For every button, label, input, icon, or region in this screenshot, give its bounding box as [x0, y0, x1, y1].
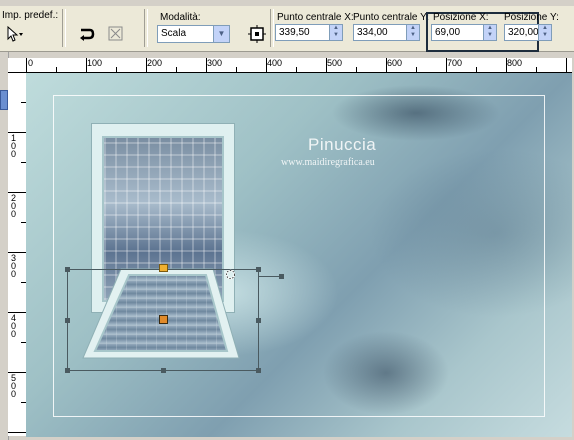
- reset-icon[interactable]: [106, 24, 126, 44]
- resize-handle[interactable]: [256, 318, 261, 323]
- pos-x-label: Posizione X:: [433, 12, 489, 23]
- preset-label: Imp. predef.:: [2, 10, 59, 21]
- resize-handle[interactable]: [256, 267, 261, 272]
- pos-y-label: Posizione Y:: [504, 12, 559, 23]
- spinner-arrows[interactable]: ▲ ▼: [329, 25, 342, 40]
- pos-y-field[interactable]: 320,00 ▲ ▼: [504, 24, 552, 41]
- spinner-arrows[interactable]: ▲ ▼: [406, 25, 419, 40]
- resize-handle[interactable]: [256, 368, 261, 373]
- mode-select[interactable]: Scala ▼: [157, 25, 230, 43]
- image-canvas[interactable]: Pinuccia www.maidiregrafica.eu: [26, 73, 572, 437]
- vertical-ruler: 1 0 0 2 0 0 3 0 0 4 0 0 5 0 0: [8, 72, 27, 436]
- ruler-corner: [8, 58, 27, 73]
- tool-options-bar: Imp. predef.: Modalità: Scala ▼ Punto ce…: [0, 6, 574, 52]
- center-y-field[interactable]: 334,00 ▲ ▼: [353, 24, 420, 41]
- pos-y-value: 320,00: [508, 27, 539, 38]
- flip-icon[interactable]: [76, 24, 96, 44]
- perspective-layer[interactable]: [26, 73, 572, 437]
- anchor-icon[interactable]: [247, 24, 267, 44]
- resize-handle[interactable]: [65, 318, 70, 323]
- left-panel-tab[interactable]: [0, 90, 8, 110]
- spinner-arrows[interactable]: ▲ ▼: [483, 25, 496, 40]
- mode-label: Modalità:: [160, 12, 201, 23]
- horizontal-ruler: 0 100 200 300 400 500 600 700 800: [26, 58, 572, 73]
- center-x-value: 339,50: [279, 27, 310, 38]
- pos-x-value: 69,00: [435, 27, 461, 38]
- center-x-field[interactable]: 339,50 ▲ ▼: [275, 24, 343, 41]
- center-point-icon[interactable]: [159, 315, 168, 324]
- center-x-label: Punto centrale X:: [277, 12, 354, 23]
- resize-handle[interactable]: [161, 368, 166, 373]
- mode-value: Scala: [161, 28, 187, 39]
- rotate-cursor-icon: [225, 269, 236, 280]
- separator: [62, 9, 66, 47]
- pivot-point-icon[interactable]: [159, 264, 168, 272]
- center-y-label: Punto centrale Y:: [353, 12, 429, 23]
- pointer-icon[interactable]: [4, 24, 24, 44]
- separator: [144, 9, 148, 47]
- separator: [270, 9, 274, 47]
- chevron-down-icon[interactable]: ▼: [213, 26, 229, 42]
- spinner-arrows[interactable]: ▲ ▼: [538, 25, 551, 40]
- rotation-handle[interactable]: [279, 274, 284, 279]
- resize-handle[interactable]: [65, 368, 70, 373]
- center-y-value: 334,00: [357, 27, 388, 38]
- pos-x-field[interactable]: 69,00 ▲ ▼: [431, 24, 497, 41]
- resize-handle[interactable]: [65, 267, 70, 272]
